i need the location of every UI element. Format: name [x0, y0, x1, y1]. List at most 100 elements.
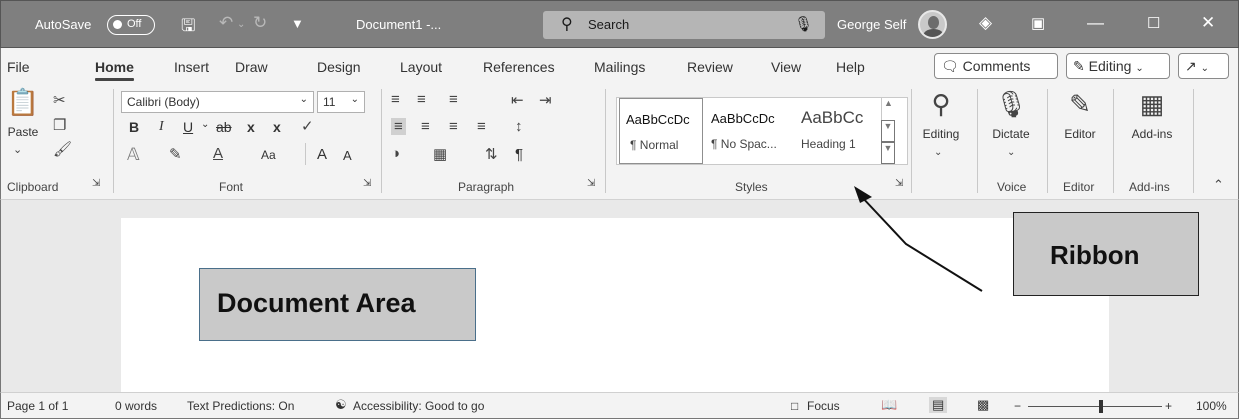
- style-heading-1[interactable]: AaBbCc Heading 1: [795, 98, 881, 164]
- collapse-ribbon-icon[interactable]: ⌃: [1213, 177, 1224, 193]
- styles-gallery: AaBbCcDc ¶ Normal AaBbCcDc ¶ No Spac... …: [616, 97, 908, 165]
- undo-icon[interactable]: ↶: [219, 13, 233, 33]
- font-size-select[interactable]: 11 ⌄: [317, 91, 365, 113]
- scroll-up-icon[interactable]: ▲: [881, 98, 895, 120]
- tab-home[interactable]: Home: [95, 59, 134, 81]
- editing-button[interactable]: ⚲ Editing: [915, 89, 967, 141]
- scroll-down-icon[interactable]: ▼: [881, 120, 895, 142]
- tab-file[interactable]: File: [7, 59, 30, 75]
- web-layout-icon[interactable]: ▩: [977, 397, 989, 413]
- focus-mode-button[interactable]: Focus: [807, 399, 840, 413]
- word-count[interactable]: 0 words: [115, 399, 157, 413]
- ribbon-display-icon[interactable]: ▣: [1031, 14, 1045, 32]
- zoom-level[interactable]: 100%: [1196, 399, 1227, 413]
- borders-icon[interactable]: ▦: [433, 145, 447, 163]
- tab-design[interactable]: Design: [317, 59, 361, 75]
- share-button[interactable]: ↗ ⌄: [1178, 53, 1229, 79]
- customize-qat-icon[interactable]: ▼: [291, 16, 304, 31]
- grow-font-button[interactable]: A: [317, 146, 327, 163]
- format-painter-icon[interactable]: 🖌: [53, 140, 72, 158]
- read-mode-icon[interactable]: 📖: [881, 397, 897, 413]
- editing-mode-button[interactable]: ✎ Editing ⌄: [1066, 53, 1170, 79]
- tab-insert[interactable]: Insert: [174, 59, 209, 75]
- sort-icon[interactable]: ⇅: [485, 145, 498, 163]
- underline-button[interactable]: U: [183, 119, 193, 135]
- align-right-icon[interactable]: ≡: [449, 118, 458, 135]
- justify-icon[interactable]: ≡: [477, 118, 486, 135]
- style-name: Heading 1: [801, 137, 856, 151]
- comments-button[interactable]: 🗨 Comments: [934, 53, 1058, 79]
- tab-layout[interactable]: Layout: [400, 59, 442, 75]
- copy-icon[interactable]: ❐: [53, 116, 66, 134]
- align-left-icon[interactable]: ≡: [391, 118, 406, 135]
- numbering-icon[interactable]: ≡: [417, 91, 426, 108]
- accessibility-status[interactable]: Accessibility: Good to go: [353, 399, 484, 413]
- strikethrough-button[interactable]: ab: [216, 119, 232, 135]
- more-styles-icon[interactable]: ▼: [881, 142, 895, 164]
- subscript-button[interactable]: x: [247, 119, 255, 135]
- maximize-icon[interactable]: ☐: [1147, 14, 1160, 32]
- avatar[interactable]: [918, 10, 947, 39]
- microphone-icon[interactable]: 🎙: [794, 15, 813, 33]
- italic-button[interactable]: I: [159, 119, 164, 135]
- zoom-slider-thumb[interactable]: [1099, 400, 1103, 413]
- align-center-icon[interactable]: ≡: [421, 118, 430, 135]
- autosave-toggle[interactable]: Off: [107, 15, 155, 35]
- decrease-indent-icon[interactable]: ⇤: [511, 91, 524, 109]
- dialog-launcher-icon[interactable]: ⇲: [587, 178, 595, 189]
- show-formatting-button[interactable]: ¶: [515, 146, 523, 163]
- bullets-icon[interactable]: ≡: [391, 91, 400, 108]
- close-icon[interactable]: ✕: [1201, 13, 1215, 33]
- line-spacing-icon[interactable]: ↕: [515, 118, 523, 135]
- cut-icon[interactable]: ✂: [53, 91, 66, 109]
- change-case-button[interactable]: Aa: [261, 148, 276, 162]
- style-no-spacing[interactable]: AaBbCcDc ¶ No Spac...: [705, 98, 793, 164]
- style-normal[interactable]: AaBbCcDc ¶ Normal: [619, 98, 703, 164]
- user-name[interactable]: George Self: [837, 17, 906, 32]
- dialog-launcher-icon[interactable]: ⇲: [363, 178, 371, 189]
- zoom-in-button[interactable]: +: [1165, 399, 1172, 413]
- superscript-button[interactable]: x: [273, 119, 281, 135]
- shrink-font-button[interactable]: A: [343, 148, 352, 163]
- save-icon[interactable]: 🖫: [181, 13, 195, 42]
- zoom-slider-track[interactable]: [1028, 406, 1162, 407]
- chevron-down-icon[interactable]: ⌄: [201, 119, 209, 130]
- tab-view[interactable]: View: [771, 59, 801, 75]
- tab-review[interactable]: Review: [687, 59, 733, 75]
- text-predictions-status[interactable]: Text Predictions: On: [187, 399, 294, 413]
- undo-dropdown-icon[interactable]: ⌄: [237, 19, 245, 30]
- chevron-down-icon[interactable]: ⌄: [1007, 147, 1015, 158]
- font-color-icon[interactable]: A: [213, 145, 223, 162]
- diamond-icon[interactable]: ◈: [979, 13, 992, 33]
- group-label-add-ins: Add-ins: [1129, 180, 1170, 194]
- page-count[interactable]: Page 1 of 1: [7, 399, 68, 413]
- tab-help[interactable]: Help: [836, 59, 865, 75]
- tab-references[interactable]: References: [483, 59, 555, 75]
- clear-formatting-icon[interactable]: ✓: [301, 117, 314, 135]
- tab-draw[interactable]: Draw: [235, 59, 268, 75]
- dialog-launcher-icon[interactable]: ⇲: [92, 178, 100, 189]
- add-ins-button[interactable]: ▦ Add-ins: [1119, 89, 1185, 141]
- dialog-launcher-icon[interactable]: ⇲: [895, 178, 903, 189]
- group-separator: [977, 89, 978, 193]
- chevron-down-icon[interactable]: ⌄: [934, 147, 942, 158]
- dictate-button[interactable]: 🎙 Dictate: [981, 89, 1041, 141]
- bold-button[interactable]: B: [129, 119, 139, 135]
- group-separator: [911, 89, 912, 193]
- text-effects-icon[interactable]: 𝔸: [127, 145, 140, 165]
- search-box[interactable]: ⚲ Search 🎙: [543, 11, 825, 39]
- minimize-icon[interactable]: —: [1087, 13, 1104, 33]
- highlight-icon[interactable]: ✎: [169, 145, 182, 163]
- paste-button[interactable]: 📋 Paste: [3, 87, 43, 139]
- chevron-down-icon[interactable]: ⌄: [13, 143, 22, 156]
- zoom-out-button[interactable]: −: [1014, 399, 1021, 413]
- tab-mailings[interactable]: Mailings: [594, 59, 645, 75]
- increase-indent-icon[interactable]: ⇥: [539, 91, 552, 109]
- redo-icon[interactable]: ↻: [253, 13, 267, 33]
- shading-icon[interactable]: ◑: [391, 145, 400, 162]
- multilevel-list-icon[interactable]: ≡: [449, 91, 458, 108]
- editor-button[interactable]: ✎ Editor: [1051, 89, 1109, 141]
- print-layout-icon[interactable]: ▤: [929, 397, 948, 413]
- focus-icon: □: [791, 399, 799, 413]
- font-name-select[interactable]: Calibri (Body) ⌄: [121, 91, 314, 113]
